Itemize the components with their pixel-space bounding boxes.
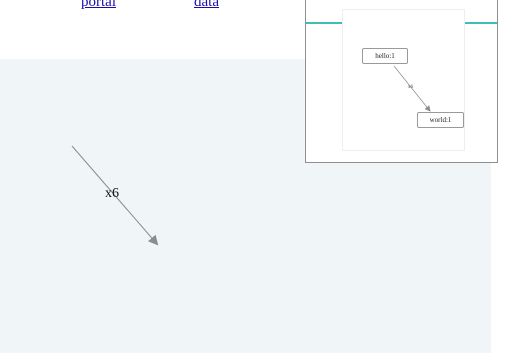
portal-link[interactable]: portal (81, 0, 116, 11)
top-links: portal data (0, 0, 300, 14)
graph-editor-page: portal data x6 hello:1 world:1 x6 (0, 0, 515, 353)
minimap-node-hello: hello:1 (362, 48, 408, 64)
minimap-edge-label: x6 (408, 85, 413, 90)
minimap-node-world: world:1 (417, 112, 464, 128)
minimap-edges-layer (393, 65, 431, 112)
data-link[interactable]: data (194, 0, 219, 11)
edge-label: x6 (105, 186, 119, 201)
minimap[interactable]: hello:1 world:1 x6 (305, 0, 498, 163)
